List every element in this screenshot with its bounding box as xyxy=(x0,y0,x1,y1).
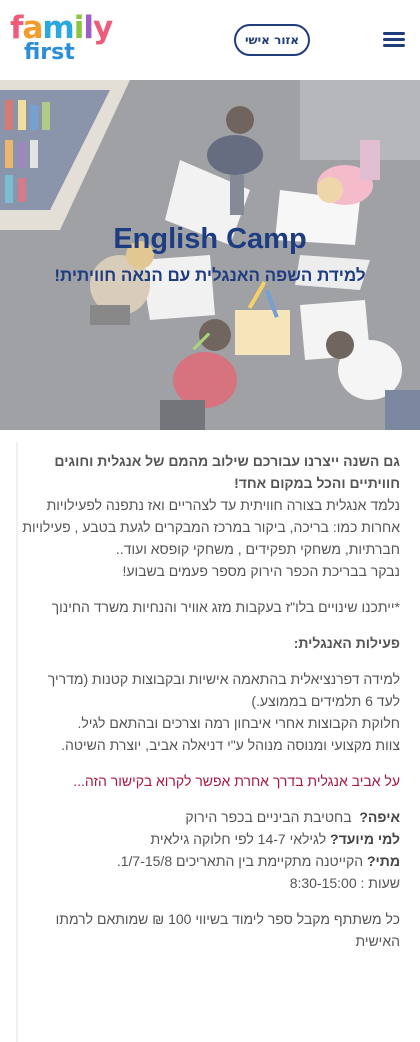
hamburger-menu-icon[interactable] xyxy=(383,32,405,48)
when-value: הקייטנה מתקיימת בין התאריכים 1/7-15/8. xyxy=(116,853,364,869)
hero-title: English Camp xyxy=(113,223,307,255)
hero-subtitle: למידת השפה האנגלית עם הנאה חוויתית! xyxy=(54,266,366,285)
personal-area-button[interactable]: אזור אישי xyxy=(234,24,310,56)
schedule-note: *ייתכנו שינויים בלו"ז בעקבות מזג אוויר ו… xyxy=(51,599,400,615)
activities-heading: פעילות האנגלית: xyxy=(293,635,400,651)
intro-line-1: נלמד אנגלית בצורה חוויתית עד לצהריים ואז… xyxy=(46,497,400,513)
when-label: מתי? xyxy=(367,853,400,869)
prize-line-2: האישית xyxy=(355,933,400,949)
where-label: איפה? xyxy=(359,809,400,825)
intro-line-2: אחרות כמו: בריכה, ביקור במרכז המבקרים לג… xyxy=(22,519,400,535)
family-first-logo[interactable]: family first xyxy=(10,12,120,68)
aviv-english-link[interactable]: על אביב אנגלית בדרך אחרת אפשר לקרוא בקיש… xyxy=(73,773,400,789)
aviv-link-paragraph: על אביב אנגלית בדרך אחרת אפשר לקרוא בקיש… xyxy=(22,770,400,792)
activities-paragraph: למידה דפרנציאלית בהתאמה אישיות ובקבוצות … xyxy=(22,668,400,756)
activity-line-2: לעד 6 תלמידים בממוצע.) xyxy=(251,693,400,709)
activity-line-1: למידה דפרנציאלית בהתאמה אישיות ובקבוצות … xyxy=(47,671,400,687)
intro-bold-line-2: חוויתיים והכל במקום אחד! xyxy=(234,475,400,491)
site-header: family first אזור אישי xyxy=(0,0,420,80)
details-paragraph: איפה? בחטיבת הביניים בכפר הירוק למי מיוע… xyxy=(22,806,400,894)
intro-bold-line-1: גם השנה ייצרנו עבורכם שילוב מהמם של אנגל… xyxy=(54,453,400,469)
intro-paragraph: גם השנה ייצרנו עבורכם שילוב מהמם של אנגל… xyxy=(22,450,400,582)
activity-line-3: חלוקת הקבוצות אחרי איבחון רמה וצרכים ובה… xyxy=(77,715,400,731)
for-value: לגילאי 14-7 לפי חלוקה גילאית xyxy=(150,831,327,847)
for-label: למי מיועד? xyxy=(330,831,400,847)
prize-paragraph: כל משתתף מקבל ספר לימוד בשיווי 100 ₪ שמו… xyxy=(22,908,400,952)
activity-line-4: צוות מקצועי ומנוסה מנוהל ע"י דניאלה אביב… xyxy=(61,737,400,753)
hero-banner: English Camp למידת השפה האנגלית עם הנאה … xyxy=(0,80,420,430)
hours-value: שעות : 8:30-15:00 xyxy=(289,875,400,891)
article-content: גם השנה ייצרנו עבורכם שילוב מהמם של אנגל… xyxy=(0,430,420,1042)
intro-line-3: חברתיות, משחקי תפקידים , משחקי קופסא ועו… xyxy=(115,541,400,557)
prize-line-1: כל משתתף מקבל ספר לימוד בשיווי 100 ₪ שמו… xyxy=(55,911,400,927)
where-value: בחטיבת הביניים בכפר הירוק xyxy=(185,809,352,825)
logo-line2: first xyxy=(24,40,75,65)
intro-line-4: נבקר בבריכת הכפר הירוק מספר פעמים בשבוע! xyxy=(122,563,400,579)
